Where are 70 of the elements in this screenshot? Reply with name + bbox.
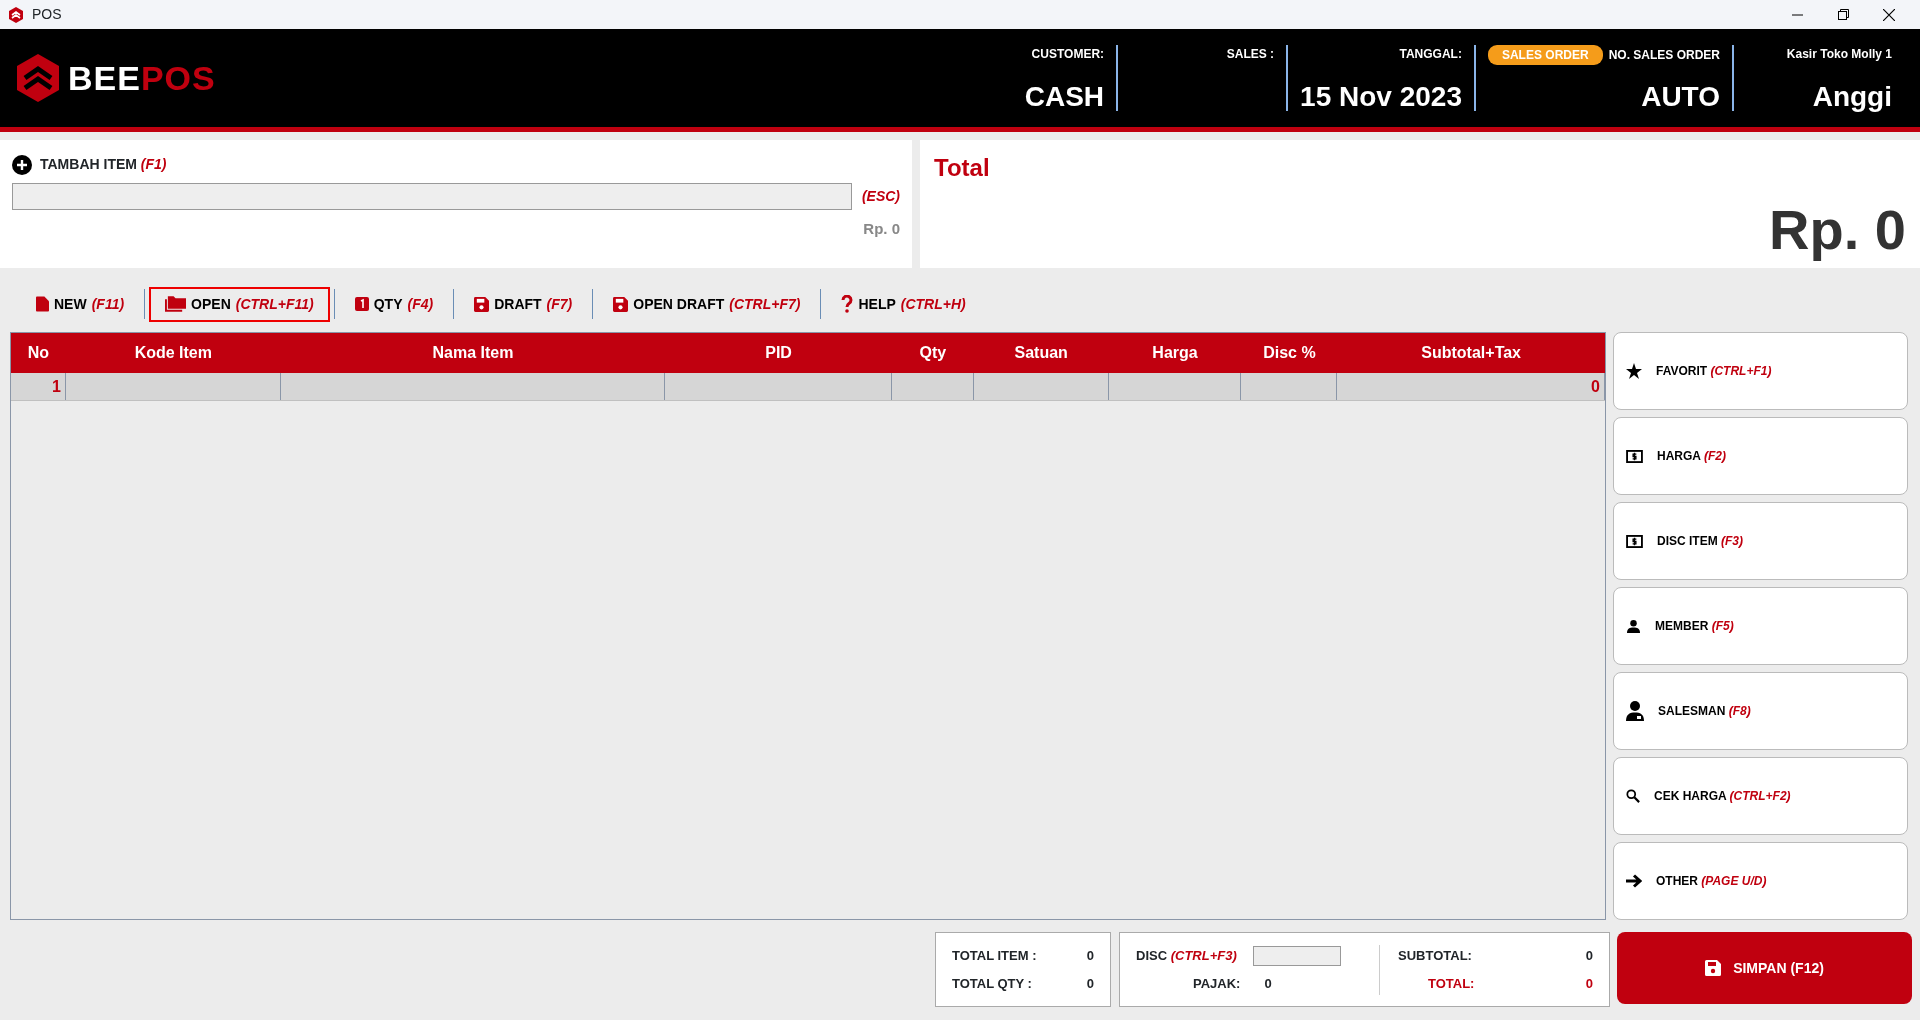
total-qty-label: TOTAL QTY : <box>952 974 1032 993</box>
toolbar-button[interactable]: OPEN DRAFT (CTRL+F7) <box>597 286 817 322</box>
plus-circle-icon <box>12 154 32 175</box>
add-item-label: TAMBAH ITEM (F1) <box>40 155 167 174</box>
toolbar-button[interactable]: HELP (CTRL+H) <box>825 286 982 322</box>
column-header: PID <box>764 343 793 363</box>
arrow-right-icon <box>1626 874 1642 888</box>
app-logo-text: BEEPOS <box>68 57 216 99</box>
field-value: 15 Nov 2023 <box>1300 83 1462 111</box>
total-title: Total <box>934 153 991 183</box>
field-label: TANGGAL: <box>1399 46 1462 63</box>
column-header: Kode Item <box>133 343 213 363</box>
side-action-button[interactable]: CEK HARGA (CTRL+F2) <box>1613 757 1908 835</box>
side-action-button[interactable]: OTHER (PAGE U/D) <box>1613 842 1908 920</box>
table-cell: 0 <box>1337 373 1605 400</box>
column-header: Harga <box>1151 343 1199 363</box>
field-label: NO. SALES ORDER <box>1608 47 1720 64</box>
total-qty-value: 0 <box>1086 974 1094 993</box>
column-header: Subtotal+Tax <box>1420 343 1522 363</box>
folder-icon <box>165 296 187 312</box>
field-label: Kasir Toko Molly 1 <box>1786 46 1892 63</box>
subtotal-label: SUBTOTAL: <box>1398 947 1472 965</box>
number-one-icon <box>354 297 369 311</box>
dollar-bill-icon <box>1626 534 1643 548</box>
dollar-bill-icon <box>1626 449 1643 463</box>
file-icon <box>36 296 49 312</box>
app-logo-icon <box>8 6 24 23</box>
side-action-button[interactable]: MEMBER (F5) <box>1613 587 1908 665</box>
esc-shortcut-label: (ESC) <box>861 187 900 206</box>
question-mark-icon <box>841 295 854 313</box>
toolbar-button[interactable]: QTY (F4) <box>338 286 450 322</box>
side-action-button[interactable]: FAVORIT (CTRL+F1) <box>1613 332 1908 410</box>
column-header: Nama Item <box>431 343 515 363</box>
star-icon <box>1626 363 1642 379</box>
toolbar-button[interactable]: NEW (F11) <box>20 286 141 322</box>
total-item-label: TOTAL ITEM : <box>952 947 1037 965</box>
toolbar-button[interactable]: DRAFT (F7) <box>458 286 589 322</box>
field-label: CUSTOMER: <box>1031 46 1105 63</box>
grand-total-label: TOTAL: <box>1427 974 1475 993</box>
toolbar-button[interactable]: OPEN (CTRL+F11) <box>149 286 330 322</box>
field-value: Anggi <box>1812 83 1892 111</box>
total-item-value: 0 <box>1086 947 1094 965</box>
window-title: POS <box>32 5 62 24</box>
logo-icon <box>16 54 60 102</box>
add-item-field[interactable] <box>12 183 852 210</box>
pajak-label: PAJAK: <box>1193 974 1241 993</box>
status-badge: SALES ORDER <box>1487 45 1603 65</box>
pajak-value: 0 <box>1264 974 1272 993</box>
side-action-button[interactable]: HARGA (F2) <box>1613 417 1908 495</box>
grand-total-value: 0 <box>1585 974 1593 993</box>
column-header: Qty <box>918 343 948 363</box>
restore-icon <box>1837 9 1849 20</box>
side-action-button[interactable]: DISC ITEM (F3) <box>1613 502 1908 580</box>
close-icon <box>1883 8 1895 21</box>
search-icon <box>1626 789 1640 803</box>
column-header: Disc % <box>1262 343 1317 363</box>
item-price: Rp. 0 <box>863 220 900 237</box>
save-button[interactable]: SIMPAN (F12) <box>1617 932 1912 1004</box>
disc-field[interactable] <box>1252 945 1341 966</box>
field-label: SALES : <box>1226 46 1275 63</box>
field-value: AUTO <box>1641 83 1720 111</box>
field-value: CASH <box>1024 83 1105 111</box>
side-action-button[interactable]: SALESMAN (F8) <box>1613 672 1908 750</box>
person-icon <box>1626 619 1641 633</box>
column-header: No <box>26 343 51 363</box>
column-header: Satuan <box>1013 343 1069 363</box>
disc-label: DISC (CTRL+F3) <box>1136 947 1237 965</box>
person-badge-icon <box>1626 701 1644 721</box>
table-cell: 1 <box>11 373 66 400</box>
subtotal-value: 0 <box>1585 947 1593 965</box>
